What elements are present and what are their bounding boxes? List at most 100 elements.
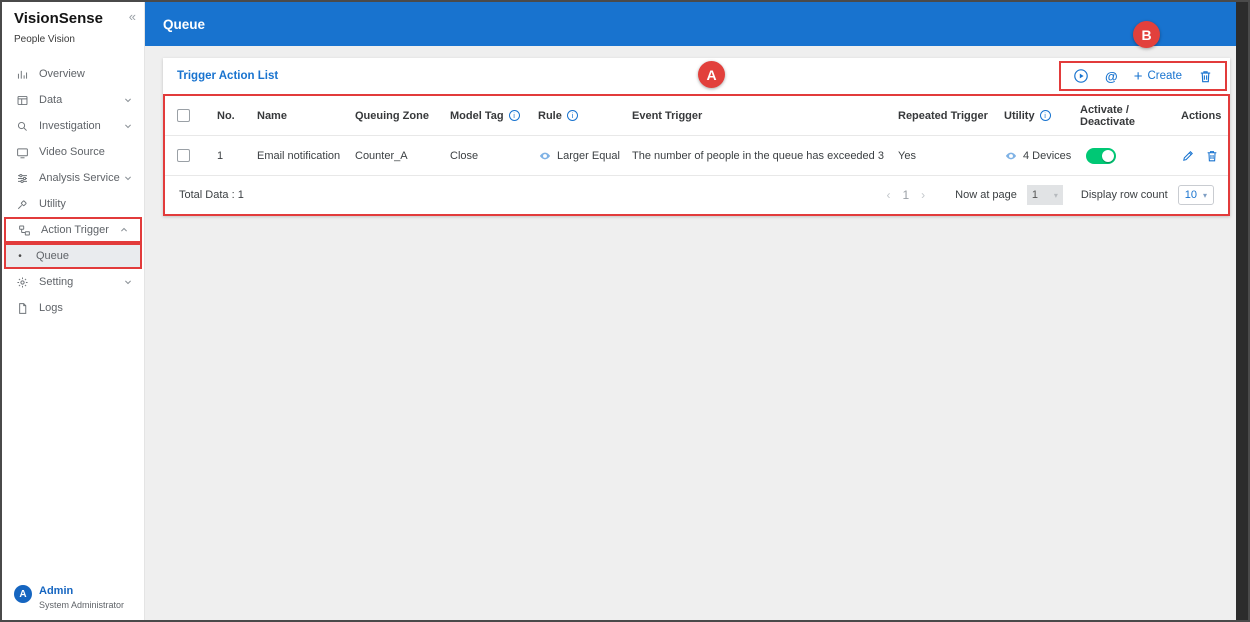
- create-button[interactable]: + Create: [1134, 69, 1182, 84]
- page-input-value: 1: [1031, 189, 1039, 201]
- panel-title: Trigger Action List: [177, 70, 279, 82]
- bullet-icon: •: [18, 250, 22, 262]
- user-role: System Administrator: [39, 600, 125, 610]
- table-footer: Total Data : 1 ‹ 1 › Now at page 1 ▾ Dis…: [165, 176, 1228, 214]
- monitor-icon: [16, 146, 29, 159]
- total-count: Total Data : 1: [179, 189, 244, 201]
- edit-icon[interactable]: [1181, 149, 1195, 163]
- sidebar-item-queue[interactable]: • Queue: [6, 245, 140, 267]
- cell-no: 1: [217, 149, 224, 162]
- sidebar-item-data[interactable]: Data: [2, 87, 144, 113]
- activate-toggle[interactable]: [1086, 147, 1116, 164]
- cell-model-tag: Close: [450, 149, 479, 162]
- sidebar-item-label: Analysis Service: [39, 172, 120, 184]
- plus-icon: +: [1133, 67, 1143, 85]
- trigger-action-panel: Trigger Action List @ + Create No. Name …: [163, 58, 1230, 216]
- sidebar-item-label: Utility: [39, 198, 66, 210]
- info-icon[interactable]: i: [508, 110, 520, 121]
- overview-icon: [16, 68, 29, 81]
- annotation-a: A: [698, 61, 725, 88]
- sidebar-item-label: Logs: [39, 302, 63, 314]
- content-area: Trigger Action List @ + Create No. Name …: [145, 46, 1236, 216]
- row-count-value: 10: [1184, 189, 1197, 201]
- file-icon: [16, 302, 29, 315]
- row-checkbox[interactable]: [177, 149, 190, 162]
- sidebar: VisionSense People Vision « Overview Dat…: [2, 2, 145, 620]
- sidebar-item-label: Action Trigger: [41, 224, 109, 236]
- sidebar-item-investigation[interactable]: Investigation: [2, 113, 144, 139]
- tool-icon: [16, 198, 29, 211]
- trash-icon[interactable]: [1198, 69, 1213, 84]
- sidebar-item-video-source[interactable]: Video Source: [2, 139, 144, 165]
- sidebar-item-setting[interactable]: Setting: [2, 269, 144, 295]
- sidebar-item-analysis-service[interactable]: Analysis Service: [2, 165, 144, 191]
- sidebar-item-utility[interactable]: Utility: [2, 191, 144, 217]
- sidebar-item-label: Video Source: [39, 146, 105, 158]
- sidebar-item-overview[interactable]: Overview: [2, 61, 144, 87]
- prev-page-icon[interactable]: ‹: [880, 188, 896, 202]
- row-count-label: Display row count: [1080, 189, 1168, 201]
- column-header-utility: Utility: [1004, 109, 1035, 122]
- info-icon[interactable]: i: [566, 110, 578, 121]
- column-header-rule: Rule: [538, 109, 562, 122]
- app-logo: VisionSense: [14, 10, 103, 27]
- chevron-down-icon: [122, 276, 134, 288]
- cell-rule: Larger Equal: [557, 149, 620, 162]
- app-subtitle: People Vision: [14, 34, 75, 45]
- panel-header: Trigger Action List @ + Create: [163, 58, 1230, 94]
- column-header-repeated-trigger: Repeated Trigger: [898, 109, 988, 122]
- now-at-page-label: Now at page: [955, 189, 1017, 201]
- top-bar: Queue: [145, 2, 1236, 46]
- chevron-down-icon: [122, 120, 134, 132]
- data-icon: [16, 94, 29, 107]
- next-page-icon[interactable]: ›: [915, 188, 931, 202]
- trash-icon[interactable]: [1205, 149, 1219, 163]
- play-circle-icon[interactable]: [1073, 68, 1089, 84]
- annotation-box-action-trigger: Action Trigger: [4, 217, 142, 243]
- user-name: Admin: [39, 585, 74, 597]
- sidebar-item-label: Investigation: [39, 120, 101, 132]
- column-header-queuing-zone: Queuing Zone: [355, 109, 429, 122]
- flow-icon: [18, 224, 31, 237]
- row-count-select[interactable]: 10 ▾: [1177, 185, 1214, 205]
- info-icon[interactable]: i: [1039, 110, 1051, 121]
- column-header-event-trigger: Event Trigger: [632, 109, 703, 122]
- cell-queuing-zone: Counter_A: [355, 149, 408, 162]
- sidebar-item-label: Data: [39, 94, 63, 106]
- eye-icon: [1004, 149, 1018, 163]
- table-header-row: No. Name Queuing Zone Model Tag i Rule i…: [165, 96, 1228, 136]
- cell-name: Email notification: [257, 149, 341, 162]
- page-number[interactable]: 1: [896, 188, 915, 202]
- sidebar-header: VisionSense People Vision «: [2, 2, 144, 45]
- sidebar-item-label: Queue: [36, 250, 70, 262]
- at-circle-icon[interactable]: @: [1105, 69, 1118, 84]
- chevron-down-icon: ▾: [1053, 190, 1058, 200]
- column-header-no: No.: [217, 109, 235, 122]
- sidebar-item-action-trigger[interactable]: Action Trigger: [6, 219, 140, 241]
- sidebar-item-label: Setting: [39, 276, 74, 288]
- annotation-box-queue: • Queue: [4, 243, 142, 269]
- cell-event-trigger: The number of people in the queue has ex…: [632, 149, 884, 162]
- table-row: 1 Email notification Counter_A Close Lar…: [165, 136, 1228, 176]
- cell-utility: 4 Devices: [1023, 149, 1072, 162]
- select-all-checkbox[interactable]: [177, 109, 190, 122]
- gear-icon: [16, 276, 29, 289]
- column-header-name: Name: [257, 109, 287, 122]
- search-icon: [16, 120, 29, 133]
- eye-icon: [538, 149, 552, 163]
- chevron-up-icon: [118, 224, 130, 236]
- column-header-activate-deactivate: Activate / Deactivate: [1080, 103, 1136, 128]
- trigger-action-table: No. Name Queuing Zone Model Tag i Rule i…: [163, 94, 1230, 216]
- sliders-icon: [16, 172, 29, 185]
- chevron-down-icon: [122, 172, 134, 184]
- avatar: A: [14, 585, 32, 603]
- sidebar-item-logs[interactable]: Logs: [2, 295, 144, 321]
- window-edge: [1236, 2, 1248, 620]
- page-input[interactable]: 1 ▾: [1026, 185, 1063, 205]
- user-profile[interactable]: A Admin System Administrator: [14, 585, 124, 610]
- sidebar-menu: Overview Data Investigation Video Source…: [2, 61, 144, 321]
- annotation-b: B: [1133, 21, 1160, 48]
- chevron-down-icon: ▾: [1202, 190, 1207, 200]
- sidebar-collapse-icon[interactable]: «: [129, 10, 136, 23]
- chevron-down-icon: [122, 94, 134, 106]
